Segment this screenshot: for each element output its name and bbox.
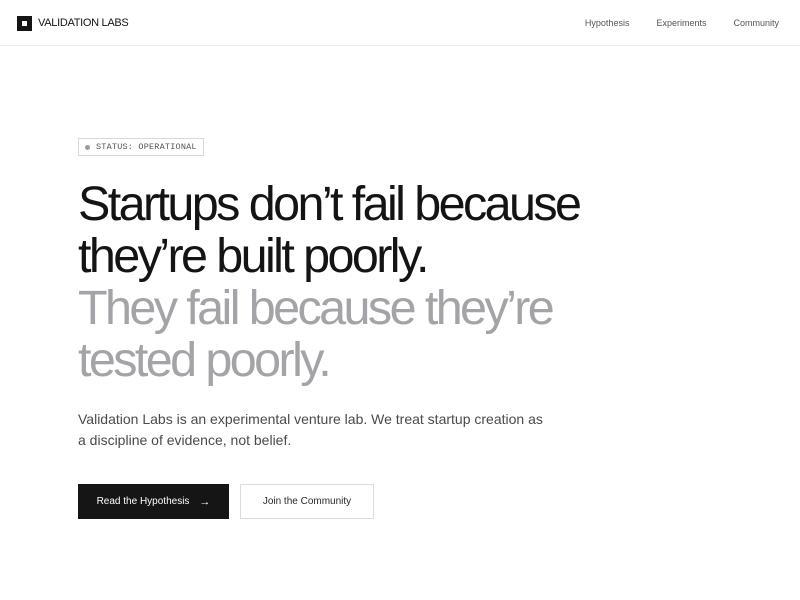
- read-hypothesis-button[interactable]: Read the Hypothesis →: [78, 484, 229, 519]
- status-badge-text: STATUS: OPERATIONAL: [96, 142, 197, 152]
- nav-links: Hypothesis Experiments Community: [585, 17, 779, 29]
- description-line-1: Validation Labs is an experimental ventu…: [78, 411, 543, 427]
- headline-line-2: they’re built poorly.: [78, 229, 429, 283]
- arrow-right-icon: →: [199, 495, 211, 508]
- brand-name: VALIDATION LABS: [38, 16, 129, 29]
- brand-logo-icon: [17, 15, 32, 31]
- headline-line-1: Startups don’t fail because: [78, 177, 582, 231]
- headline-line-4: tested poorly.: [78, 333, 332, 387]
- headline-line-3: They fail because they’re: [78, 281, 555, 335]
- hero-description: Validation Labs is an experimental ventu…: [78, 409, 578, 451]
- top-navigation-bar: VALIDATION LABS Hypothesis Experiments C…: [0, 0, 800, 46]
- nav-link-community[interactable]: Community: [733, 17, 779, 29]
- nav-link-hypothesis[interactable]: Hypothesis: [585, 17, 630, 29]
- join-community-label: Join the Community: [262, 496, 352, 507]
- read-hypothesis-label: Read the Hypothesis: [96, 496, 190, 507]
- join-community-button[interactable]: Join the Community: [240, 484, 374, 519]
- brand[interactable]: VALIDATION LABS: [17, 15, 129, 31]
- status-badge: STATUS: OPERATIONAL: [78, 138, 204, 156]
- description-line-2: a discipline of evidence, not belief.: [78, 432, 292, 448]
- hero-headline: Startups don’t fail because they’re buil…: [78, 178, 678, 386]
- status-dot-icon: [85, 144, 90, 150]
- nav-link-experiments[interactable]: Experiments: [656, 17, 706, 29]
